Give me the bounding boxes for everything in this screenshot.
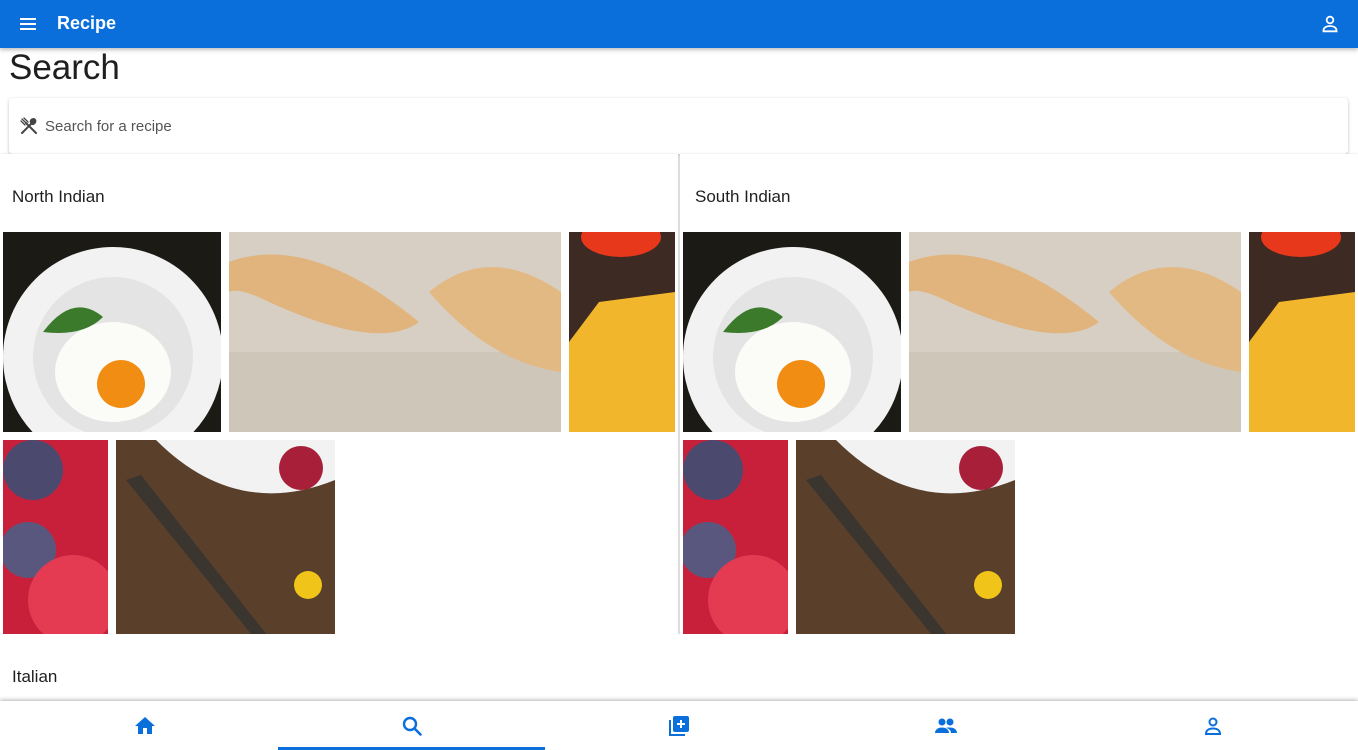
recipe-image-spaghetti[interactable] <box>1249 232 1355 432</box>
category-title: South Indian <box>695 187 791 206</box>
page-title: Search <box>9 48 120 87</box>
search-input[interactable] <box>45 106 1335 146</box>
nav-profile[interactable] <box>1079 701 1346 750</box>
recipe-image-fried-egg[interactable] <box>683 232 901 432</box>
people-icon <box>934 718 957 733</box>
nav-search[interactable] <box>278 701 545 750</box>
add-box-icon <box>668 715 689 736</box>
bottom-navigation <box>0 701 1358 750</box>
recipe-image-berry-bowl[interactable] <box>116 440 335 640</box>
recipe-image-berries[interactable] <box>3 440 108 640</box>
category-title: Italian <box>12 667 58 686</box>
category-card-south-indian: South Indian <box>680 154 1358 644</box>
utensils-icon <box>19 116 39 136</box>
account-icon[interactable] <box>1318 12 1342 36</box>
nav-people[interactable] <box>812 701 1079 750</box>
app-bar: Recipe <box>0 0 1358 48</box>
recipe-image-fried-egg[interactable] <box>3 232 221 432</box>
category-image-grid <box>680 232 1358 644</box>
recipe-image-berry-bowl[interactable] <box>796 440 1015 640</box>
person-icon <box>1204 717 1221 735</box>
menu-icon[interactable] <box>18 14 38 34</box>
recipe-image-dumplings[interactable] <box>229 232 561 432</box>
search-bar <box>9 98 1348 154</box>
category-card-north-indian: North Indian <box>0 154 678 644</box>
search-icon <box>402 716 422 736</box>
nav-home[interactable] <box>12 701 278 750</box>
home-icon <box>135 716 155 734</box>
recipe-image-spaghetti[interactable] <box>569 232 675 432</box>
recipe-image-dumplings[interactable] <box>909 232 1241 432</box>
app-title: Recipe <box>57 13 117 33</box>
recipe-image-berries[interactable] <box>683 440 788 640</box>
nav-add[interactable] <box>545 701 812 750</box>
category-title: North Indian <box>12 187 105 206</box>
category-image-grid <box>0 232 678 644</box>
